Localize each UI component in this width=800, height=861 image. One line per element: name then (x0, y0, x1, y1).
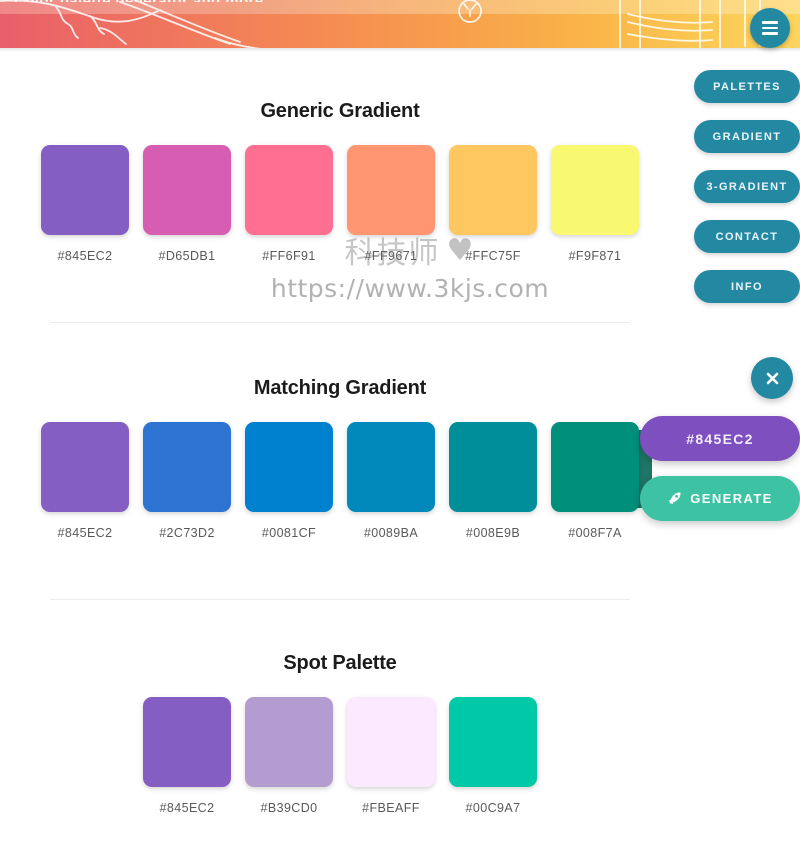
section-title: Spot Palette (283, 652, 397, 674)
color-hex-label: #2C73D2 (159, 526, 215, 540)
hamburger-icon-bar (762, 26, 778, 30)
nav-item-palettes[interactable]: PALETTES (694, 70, 800, 103)
color-hex-label: #845EC2 (159, 801, 215, 815)
swatch-cell: #D65DB1 (143, 145, 231, 263)
swatch-row: #845EC2 #D65DB1 #FF6F91 #FF9671 #FFC75F #F9F8… (0, 145, 680, 263)
nav-item-label: GRADIENT (712, 130, 782, 143)
swatch-cell: #B39CD0 (245, 697, 333, 815)
hamburger-icon-bar (762, 21, 778, 24)
close-panel-button[interactable] (751, 357, 793, 399)
color-hex-label: #D65DB1 (158, 249, 216, 263)
header-gradient-top (0, 0, 800, 14)
rocket-icon (669, 492, 681, 504)
nav-item-contact[interactable]: CONTACT (694, 220, 800, 253)
swatch-cell: #0089BA (347, 422, 435, 540)
color-swatch[interactable] (245, 697, 333, 787)
swatch-cell: #FF6F91 (245, 145, 333, 263)
color-hex-label: #845EC2 (57, 249, 113, 263)
swatch-row: #845EC2 #2C73D2 #0081CF #0089BA #008E9B #008F… (0, 422, 680, 540)
nav-item-3-gradient[interactable]: 3-GRADIENT (694, 170, 800, 203)
swatch-cell: #00C9A7 (449, 697, 537, 815)
color-hex-label: #FFC75F (465, 249, 521, 263)
color-swatch[interactable] (143, 697, 231, 787)
header-gradient-bottom (0, 14, 800, 48)
nav-item-label: CONTACT (715, 230, 779, 243)
color-swatch[interactable] (347, 145, 435, 235)
color-swatch[interactable] (41, 422, 129, 512)
color-hex-input[interactable] (640, 416, 800, 461)
color-swatch[interactable] (245, 422, 333, 512)
color-hex-label: #00C9A7 (465, 801, 521, 815)
generate-button[interactable]: GENERATE (640, 476, 800, 521)
color-hex-label: #FF6F91 (262, 249, 316, 263)
swatch-cell: #FF9671 (347, 145, 435, 263)
swatch-cell: #F9F871 (551, 145, 639, 263)
swatch-cell: #845EC2 (41, 145, 129, 263)
color-swatch[interactable] (347, 697, 435, 787)
nav-item-label: 3-GRADIENT (706, 180, 788, 193)
nav-item-label: INFO (731, 280, 763, 293)
color-swatch[interactable] (245, 145, 333, 235)
generate-button-label: GENERATE (690, 491, 773, 506)
color-hex-label: #008E9B (465, 526, 521, 540)
hamburger-menu-button[interactable] (750, 8, 790, 48)
color-hex-label: #0081CF (261, 526, 317, 540)
color-swatch[interactable] (449, 697, 537, 787)
swatch-cell: #008E9B (449, 422, 537, 540)
nav-item-info[interactable]: INFO (694, 270, 800, 303)
swatch-cell: #845EC2 (41, 422, 129, 540)
color-hex-label: #FF9671 (364, 249, 418, 263)
color-swatch[interactable] (143, 145, 231, 235)
color-hex-label: #FBEAFF (362, 801, 420, 815)
color-hex-label: #845EC2 (57, 526, 113, 540)
color-hex-label: #0089BA (363, 526, 419, 540)
color-swatch[interactable] (449, 145, 537, 235)
swatch-cell: #008F7A (551, 422, 639, 540)
section-divider (50, 322, 630, 323)
close-icon (766, 372, 778, 384)
color-swatch[interactable] (41, 145, 129, 235)
watermark-url: https://www.3kjs.com (270, 274, 550, 303)
swatch-cell: #2C73D2 (143, 422, 231, 540)
site-header: Color palette generator and more (0, 0, 800, 52)
hamburger-icon-bar (762, 32, 778, 35)
color-swatch[interactable] (347, 422, 435, 512)
color-swatch[interactable] (449, 422, 537, 512)
color-swatch[interactable] (143, 422, 231, 512)
color-swatch[interactable] (551, 145, 639, 235)
color-hex-label: #008F7A (568, 526, 622, 540)
section-title: Matching Gradient (253, 377, 427, 399)
color-hex-label: #B39CD0 (260, 801, 318, 815)
color-swatch[interactable] (551, 422, 639, 512)
header-title: Color palette generator and more (14, 0, 264, 2)
swatch-cell: #FBEAFF (347, 697, 435, 815)
header-shadow (0, 48, 800, 52)
swatch-cell: #845EC2 (143, 697, 231, 815)
section-divider (50, 599, 630, 600)
swatch-cell: #0081CF (245, 422, 333, 540)
nav-item-gradient[interactable]: GRADIENT (694, 120, 800, 153)
color-hex-label: #F9F871 (568, 249, 622, 263)
swatch-cell: #FFC75F (449, 145, 537, 263)
main-navigation: PALETTES GRADIENT 3-GRADIENT CONTACT INFO (694, 70, 800, 303)
swatch-row: #845EC2 #B39CD0 #FBEAFF #00C9A7 (0, 697, 680, 815)
nav-item-label: PALETTES (713, 80, 781, 93)
section-title: Generic Gradient (260, 100, 420, 122)
